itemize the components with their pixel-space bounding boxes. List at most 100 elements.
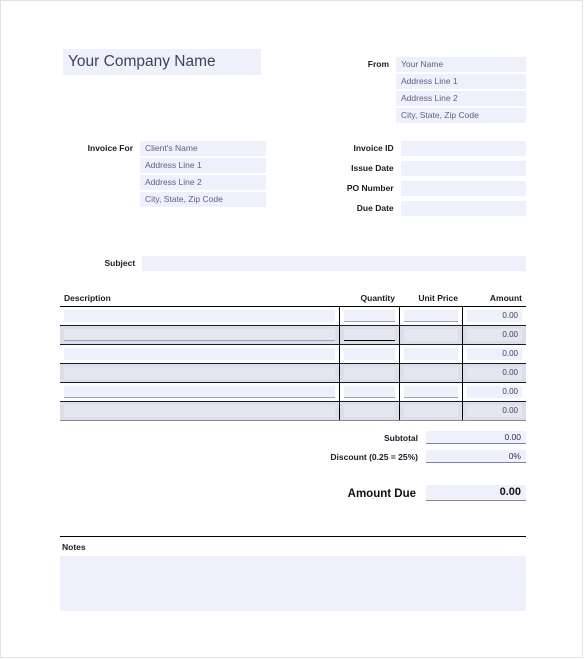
discount-label: Discount (0.25 = 25%): [330, 452, 418, 462]
from-address1-field[interactable]: Address Line 1: [396, 74, 526, 89]
quantity-input[interactable]: [343, 348, 395, 360]
subtotal-row: Subtotal 0.00: [301, 431, 526, 444]
description-input[interactable]: [64, 348, 335, 360]
amount-value: 0.00: [466, 329, 522, 341]
quantity-input[interactable]: [343, 310, 395, 322]
column-header-unit-price: Unit Price: [399, 293, 462, 307]
amount-value: 0.00: [466, 367, 522, 379]
from-block: From Your Name Address Line 1 Address Li…: [331, 57, 526, 125]
cell-description[interactable]: [60, 325, 339, 345]
invoice-page: Your Company Name From Your Name Address…: [0, 0, 583, 658]
unit-price-input[interactable]: [403, 329, 458, 341]
po-number-label: PO Number: [346, 183, 394, 193]
notes-label: Notes: [62, 542, 86, 552]
amount-value: 0.00: [466, 310, 522, 322]
invoice-for-block: Invoice For Client's Name Address Line 1…: [61, 141, 331, 209]
unit-price-input[interactable]: [403, 367, 458, 379]
unit-price-input[interactable]: [403, 310, 458, 322]
cell-amount: 0.00: [461, 382, 526, 402]
from-row: From Your Name: [331, 57, 526, 72]
issue-date-field[interactable]: [400, 161, 526, 176]
cell-quantity[interactable]: [338, 306, 399, 326]
cell-amount: 0.00: [461, 363, 526, 383]
cell-unit-price[interactable]: [398, 382, 462, 402]
client-address2-field[interactable]: Address Line 2: [140, 175, 266, 190]
line-items-table: Description Quantity Unit Price Amount 0…: [60, 293, 526, 421]
unit-price-input[interactable]: [403, 405, 458, 417]
subtotal-label: Subtotal: [384, 433, 418, 443]
subject-label: Subject: [104, 258, 136, 268]
cell-description[interactable]: [60, 401, 339, 421]
notes-block: Notes: [60, 536, 526, 611]
amount-due-value: 0.00: [426, 485, 526, 501]
invoice-for-row: City, State, Zip Code: [61, 192, 331, 207]
client-city-state-zip-field[interactable]: City, State, Zip Code: [140, 192, 266, 207]
table-row: 0.00: [60, 344, 526, 364]
description-input[interactable]: [64, 329, 335, 341]
cell-description[interactable]: [60, 382, 339, 402]
description-input[interactable]: [64, 310, 335, 322]
client-address1-field[interactable]: Address Line 1: [140, 158, 266, 173]
column-header-amount: Amount: [462, 293, 526, 307]
due-date-row: Due Date: [331, 201, 526, 216]
client-name-field[interactable]: Client's Name: [140, 141, 266, 156]
cell-description[interactable]: [60, 344, 339, 364]
cell-quantity[interactable]: [338, 325, 399, 345]
amount-value: 0.00: [466, 386, 522, 398]
cell-amount: 0.00: [461, 344, 526, 364]
cell-description[interactable]: [60, 363, 339, 383]
amount-value: 0.00: [466, 348, 522, 360]
unit-price-input[interactable]: [403, 386, 458, 398]
cell-description[interactable]: [60, 306, 339, 326]
po-number-field[interactable]: [400, 181, 526, 196]
quantity-input[interactable]: [343, 405, 395, 417]
invoice-for-row: Address Line 1: [61, 158, 331, 173]
cell-unit-price[interactable]: [398, 306, 462, 326]
company-name-field[interactable]: Your Company Name: [63, 49, 261, 75]
cell-amount: 0.00: [461, 401, 526, 421]
table-row: 0.00: [60, 325, 526, 345]
description-input[interactable]: [64, 405, 335, 417]
issue-date-label: Issue Date: [351, 163, 394, 173]
from-row: City, State, Zip Code: [331, 108, 526, 123]
subject-field[interactable]: [142, 256, 526, 271]
cell-unit-price[interactable]: [398, 363, 462, 383]
invoice-for-row: Address Line 2: [61, 175, 331, 190]
cell-unit-price[interactable]: [398, 344, 462, 364]
notes-textarea[interactable]: [60, 556, 526, 611]
from-row: Address Line 2: [331, 91, 526, 106]
subtotal-value: 0.00: [426, 431, 526, 444]
totals-block: Subtotal 0.00 Discount (0.25 = 25%) 0% A…: [301, 431, 526, 501]
quantity-input-focused[interactable]: [343, 329, 395, 341]
cell-unit-price[interactable]: [398, 401, 462, 421]
cell-quantity[interactable]: [338, 363, 399, 383]
cell-unit-price[interactable]: [398, 325, 462, 345]
cell-amount: 0.00: [461, 306, 526, 326]
cell-quantity[interactable]: [338, 344, 399, 364]
from-label: From: [367, 59, 389, 69]
table-row: 0.00: [60, 306, 526, 326]
from-name-field[interactable]: Your Name: [396, 57, 526, 72]
cell-quantity[interactable]: [338, 401, 399, 421]
invoice-for-row: Invoice For Client's Name: [61, 141, 331, 156]
from-address2-field[interactable]: Address Line 2: [396, 91, 526, 106]
invoice-id-field[interactable]: [400, 141, 526, 156]
description-input[interactable]: [64, 386, 335, 398]
quantity-input[interactable]: [343, 367, 395, 379]
invoice-id-label: Invoice ID: [353, 143, 394, 153]
discount-input[interactable]: 0%: [426, 450, 526, 463]
from-city-state-zip-field[interactable]: City, State, Zip Code: [396, 108, 526, 123]
issue-date-row: Issue Date: [331, 161, 526, 176]
due-date-field[interactable]: [400, 201, 526, 216]
quantity-input[interactable]: [343, 386, 395, 398]
amount-due-row: Amount Due 0.00: [301, 485, 526, 501]
from-row: Address Line 1: [331, 74, 526, 89]
unit-price-input[interactable]: [403, 348, 458, 360]
cell-quantity[interactable]: [338, 382, 399, 402]
subject-row: Subject: [61, 256, 526, 271]
due-date-label: Due Date: [356, 203, 394, 213]
po-number-row: PO Number: [331, 181, 526, 196]
discount-row: Discount (0.25 = 25%) 0%: [301, 450, 526, 463]
table-row: 0.00: [60, 363, 526, 383]
description-input[interactable]: [64, 367, 335, 379]
